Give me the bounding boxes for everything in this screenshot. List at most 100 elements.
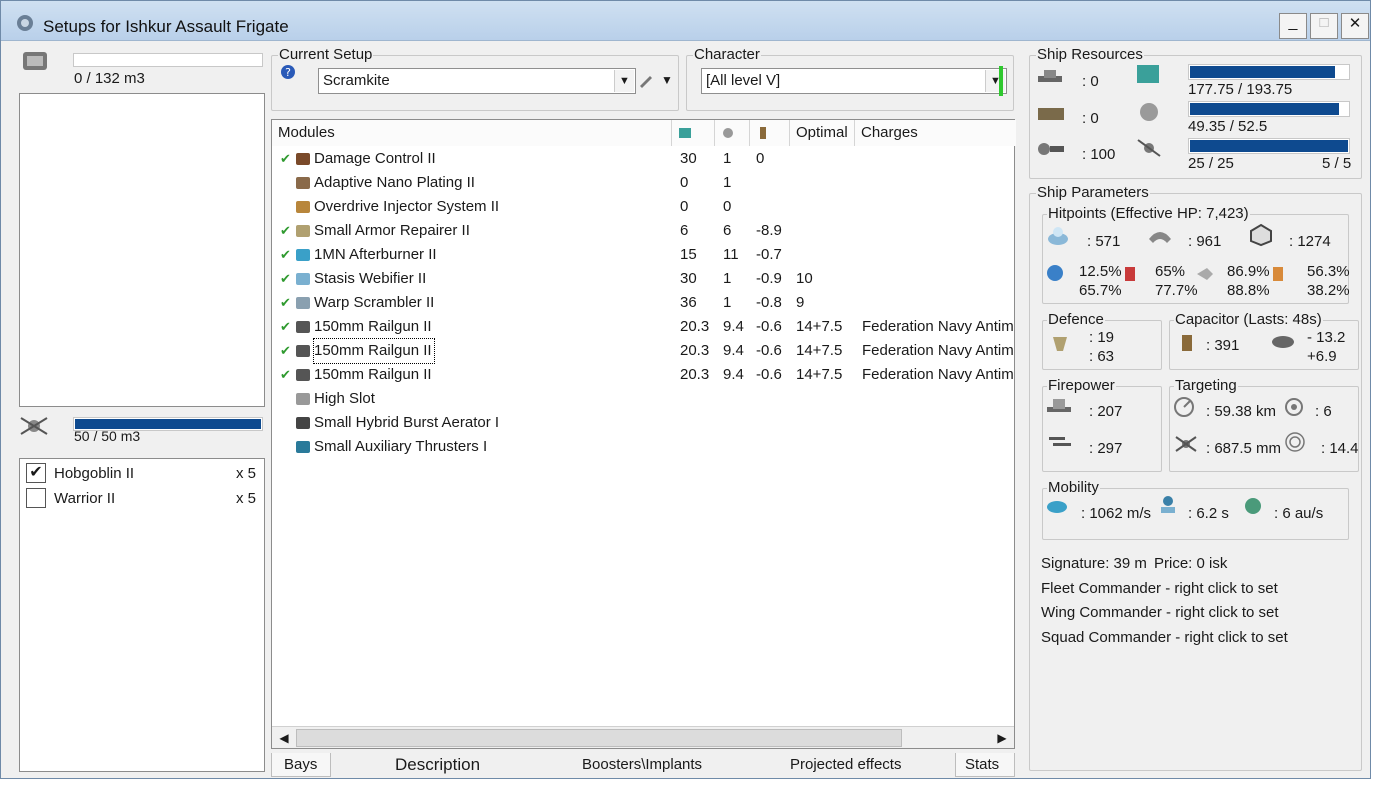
module-row[interactable]: ✔ Small Armor Repairer II 6 6 -8.9: [272, 219, 1014, 243]
cargo-bar: [73, 53, 263, 67]
module-row[interactable]: ✔ 1MN Afterburner II 15 11 -0.7: [272, 243, 1014, 267]
ship-icon: [17, 15, 33, 31]
module-name: Adaptive Nano Plating II: [314, 174, 475, 191]
wing-commander[interactable]: Wing Commander - right click to set: [1041, 604, 1279, 621]
scan-resolution-icon: [1175, 436, 1197, 452]
fleet-commander[interactable]: Fleet Commander - right click to set: [1041, 580, 1278, 597]
capacitor-icon: [1182, 335, 1192, 351]
explosive-resist-value: 38.2%: [1307, 282, 1350, 299]
module-active-check[interactable]: ✔: [280, 267, 291, 291]
cpu-column-icon[interactable]: [672, 120, 715, 146]
module-cpu: 20.3: [680, 342, 710, 359]
drone-checkbox[interactable]: ✔: [26, 463, 46, 483]
module-name: 150mm Railgun II: [313, 338, 435, 364]
module-powergrid: 9.4: [723, 318, 744, 335]
module-row[interactable]: ✔ 150mm Railgun II 20.3 9.4 -0.6 14+7.5 Federa…: [272, 315, 1014, 339]
module-powergrid: 11: [723, 246, 739, 263]
column-header-charges[interactable]: Charges: [855, 120, 1016, 146]
module-icon: [296, 417, 310, 429]
targeting-label: Targeting: [1174, 377, 1238, 395]
firepower-label: Firepower: [1047, 377, 1116, 395]
svg-text:?: ?: [285, 66, 291, 79]
tab-stats[interactable]: Stats: [955, 753, 1015, 777]
firepower-value-1: : 207: [1089, 403, 1123, 420]
module-powergrid: 9.4: [723, 342, 744, 359]
shield-hp: : 571: [1087, 233, 1121, 250]
character-label: Character: [693, 46, 761, 64]
module-active-check[interactable]: ✔: [280, 363, 291, 387]
drone-name: Hobgoblin II: [54, 465, 135, 482]
module-row[interactable]: Small Hybrid Burst Aerator I: [272, 411, 1014, 435]
column-header-modules[interactable]: Modules: [272, 120, 672, 146]
module-row[interactable]: Small Auxiliary Thrusters I: [272, 435, 1014, 459]
module-active-check[interactable]: ✔: [280, 243, 291, 267]
thermal-resist-icon: [1125, 267, 1135, 281]
tab-projected-effects[interactable]: Projected effects: [790, 754, 901, 776]
setup-menu-icon[interactable]: ▼: [658, 70, 676, 90]
module-name: Overdrive Injector System II: [314, 198, 500, 215]
drone-qty: x 5: [235, 490, 256, 507]
turret-hardpoints-icon: [1038, 70, 1062, 82]
character-combo[interactable]: [All level V] ▼: [701, 68, 1007, 94]
tab-bays[interactable]: Bays: [271, 753, 331, 777]
module-name: Small Auxiliary Thrusters I: [314, 438, 488, 455]
module-name: Warp Scrambler II: [314, 294, 435, 311]
ship-resources-label: Ship Resources: [1036, 46, 1144, 64]
module-row[interactable]: ✔ Stasis Webifier II 30 1 -0.9 10: [272, 267, 1014, 291]
module-row[interactable]: ✔ Warp Scrambler II 36 1 -0.8 9: [272, 291, 1014, 315]
module-row[interactable]: High Slot: [272, 387, 1014, 411]
module-powergrid: 6: [723, 222, 732, 239]
module-cpu: 15: [680, 246, 697, 263]
defence-value-1: : 19: [1089, 329, 1115, 346]
module-capacitor: -0.9: [756, 270, 782, 287]
module-active-check[interactable]: ✔: [280, 339, 291, 363]
setup-combo[interactable]: Scramkite ▼: [318, 68, 636, 94]
minimize-button[interactable]: _: [1279, 13, 1307, 39]
chevron-down-icon[interactable]: ▼: [614, 70, 634, 92]
setup-value: Scramkite: [323, 72, 390, 89]
module-active-check[interactable]: ✔: [280, 315, 291, 339]
drone-list[interactable]: ✔ Hobgoblin II x 5 Warrior II x 5: [19, 458, 265, 772]
structure-hp: : 1274: [1289, 233, 1331, 250]
drone-item-warrior[interactable]: Warrior II x 5: [26, 488, 258, 510]
module-row[interactable]: ✔ 150mm Railgun II 20.3 9.4 -0.6 14+7.5 Federa…: [272, 363, 1014, 387]
scroll-left-arrow[interactable]: ◀: [274, 729, 294, 747]
drone-bandwidth-value: 25 / 25: [1188, 155, 1234, 172]
module-capacitor: -0.6: [756, 342, 782, 359]
capacitor-delta-2: +6.9: [1307, 348, 1337, 365]
module-active-check[interactable]: ✔: [280, 147, 291, 171]
close-button[interactable]: ✕: [1341, 13, 1369, 39]
capacitor-column-icon[interactable]: [750, 120, 790, 146]
wrench-icon[interactable]: [638, 72, 654, 88]
module-row[interactable]: Overdrive Injector System II 0 0: [272, 195, 1014, 219]
title-bar[interactable]: Setups for Ishkur Assault Frigate _ □ ✕: [1, 1, 1370, 41]
horizontal-scrollbar[interactable]: ◀ ▶: [272, 726, 1014, 748]
defence-value-2: : 63: [1089, 348, 1115, 365]
module-row[interactable]: Adaptive Nano Plating II 0 1: [272, 171, 1014, 195]
maximize-button[interactable]: □: [1310, 13, 1338, 39]
window-title: Setups for Ishkur Assault Frigate: [43, 17, 289, 36]
powergrid-column-icon[interactable]: [715, 120, 750, 146]
module-active-check[interactable]: ✔: [280, 219, 291, 243]
tab-description[interactable]: Description: [395, 754, 480, 776]
scroll-right-arrow[interactable]: ▶: [992, 729, 1012, 747]
drone-checkbox[interactable]: [26, 488, 46, 508]
module-row[interactable]: ✔ Damage Control II 30 1 0: [272, 147, 1014, 171]
squad-commander[interactable]: Squad Commander - right click to set: [1041, 629, 1288, 646]
modules-list[interactable]: Modules Optimal Charges ✔ Damage Control …: [271, 119, 1016, 749]
column-header-optimal[interactable]: Optimal: [790, 120, 855, 146]
tab-boosters-implants[interactable]: Boosters\Implants: [582, 754, 702, 776]
module-capacitor: -8.9: [756, 222, 782, 239]
drone-item-hobgoblin[interactable]: ✔ Hobgoblin II x 5: [26, 463, 258, 485]
scan-resolution-value: : 687.5 mm: [1206, 440, 1282, 457]
scroll-thumb[interactable]: [296, 729, 902, 747]
module-active-check[interactable]: ✔: [280, 291, 291, 315]
cargo-list[interactable]: [19, 93, 265, 407]
help-icon[interactable]: ?: [280, 64, 296, 80]
warp-speed-value: : 6 au/s: [1274, 505, 1324, 522]
drone-name: Warrior II: [54, 490, 116, 507]
module-row[interactable]: ✔ 150mm Railgun II 20.3 9.4 -0.6 14+7.5 Federa…: [272, 338, 1014, 364]
calibration-value: : 100: [1082, 146, 1116, 163]
drone-bay-icon: [20, 417, 48, 435]
module-cpu: 0: [680, 198, 689, 215]
